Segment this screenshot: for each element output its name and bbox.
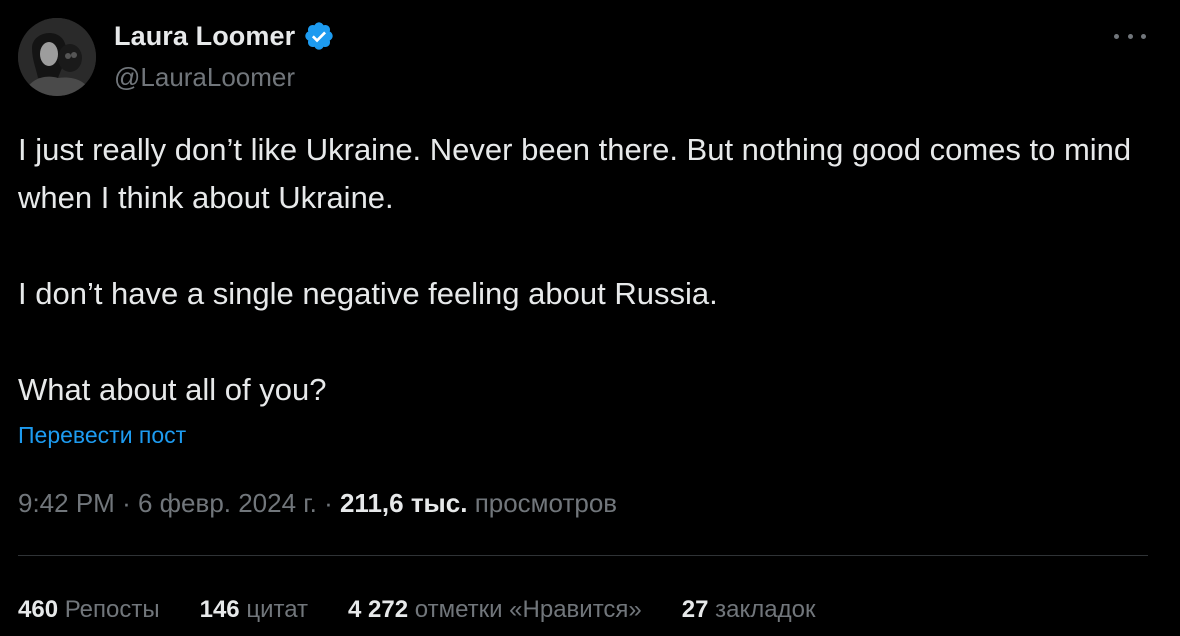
author-handle[interactable]: @LauraLoomer	[114, 62, 295, 93]
more-horizontal-icon	[1141, 33, 1146, 39]
author-name[interactable]: Laura Loomer	[114, 21, 295, 52]
tweet-paragraph: I don’t have a single negative feeling a…	[18, 276, 718, 311]
tweet-date[interactable]: 6 февр. 2024 г.	[138, 488, 317, 518]
tweet-text: I just really don’t like Ukraine. Never …	[18, 126, 1158, 414]
views-label: просмотров	[474, 488, 618, 518]
stat-label: закладок	[715, 596, 816, 623]
translate-post-link[interactable]: Перевести пост	[18, 422, 186, 449]
tweet-paragraph: What about all of you?	[18, 372, 327, 407]
author-name-row: Laura Loomer	[114, 20, 335, 52]
meta-separator: ·	[122, 488, 131, 518]
more-horizontal-icon	[1127, 33, 1133, 39]
avatar[interactable]	[18, 18, 96, 96]
tweet-meta: 9:42 PM · 6 февр. 2024 г. · 211,6 тыс. п…	[18, 488, 617, 519]
stat-label: цитат	[246, 596, 309, 623]
stat-label: Репосты	[64, 596, 160, 623]
reposts-stat[interactable]: 460 Репосты	[18, 596, 160, 624]
stat-count: 4 272	[348, 596, 409, 623]
meta-separator: ·	[324, 488, 333, 518]
likes-stat[interactable]: 4 272 отметки «Нравится»	[348, 596, 642, 624]
more-options-button[interactable]	[1114, 24, 1146, 48]
avatar-photo-icon	[18, 18, 96, 96]
stat-count: 146	[199, 596, 240, 623]
views-count: 211,6 тыс.	[339, 488, 468, 518]
verified-badge-icon	[305, 22, 333, 50]
stat-label: отметки «Нравится»	[414, 596, 642, 623]
quotes-stat[interactable]: 146 цитат	[200, 596, 308, 624]
divider	[18, 555, 1148, 556]
stat-count: 27	[681, 596, 709, 623]
bookmarks-stat[interactable]: 27 закладок	[682, 596, 816, 624]
engagement-stats: 460 Репосты 146 цитат 4 272 отметки «Нра…	[18, 596, 815, 624]
tweet-paragraph: I just really don’t like Ukraine. Never …	[18, 132, 1132, 215]
stat-count: 460	[18, 596, 59, 623]
tweet-time[interactable]: 9:42 PM	[18, 488, 115, 518]
more-horizontal-icon	[1114, 33, 1119, 39]
tweet-card: Laura Loomer @LauraLoomer I just really …	[0, 0, 1180, 636]
